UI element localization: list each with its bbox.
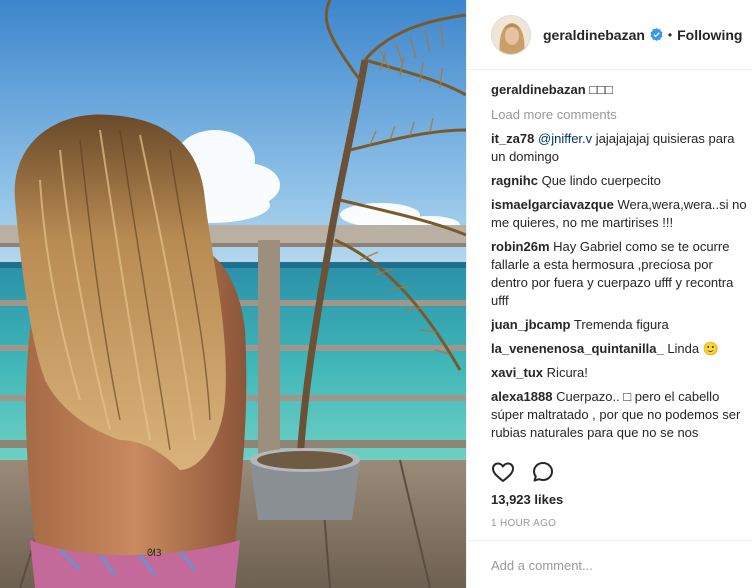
- likes-count[interactable]: 13,923 likes: [491, 492, 563, 507]
- comment-username[interactable]: ragnihc: [491, 173, 538, 188]
- add-comment-input[interactable]: [491, 555, 731, 575]
- comment-item: it_za78 @jniffer.v jajajajajaj quisieras…: [491, 130, 752, 166]
- comment-text: súper maltratado , por que no podemos se…: [491, 407, 741, 422]
- post-timestamp[interactable]: 1 HOUR AGO: [491, 518, 556, 529]
- caption-username[interactable]: geraldinebazan: [491, 82, 586, 97]
- comment-text: ufff: [491, 293, 509, 308]
- add-comment-bar: [467, 540, 752, 588]
- comment-text: Tremenda figura: [573, 317, 669, 332]
- header-username[interactable]: geraldinebazan: [543, 27, 645, 43]
- avatar[interactable]: [491, 14, 531, 55]
- comment-username[interactable]: la_venenenosa_quintanilla_: [491, 341, 664, 356]
- comment-item: juan_jbcamp Tremenda figura: [491, 316, 752, 334]
- following-button[interactable]: Following: [677, 27, 742, 43]
- comment-text: rubias naturales para que no se nos: [491, 425, 699, 440]
- post-details-panel: geraldinebazan • Following geraldinebaza…: [466, 0, 752, 588]
- comment-username[interactable]: xavi_tux: [491, 365, 543, 380]
- post-header: geraldinebazan • Following: [467, 0, 752, 70]
- svg-text:ᘛ3: ᘛ3: [147, 548, 162, 559]
- comment-item: robin26m Hay Gabriel como se te ocurre f…: [491, 238, 752, 310]
- comment-text: fallarle a esta hermosura ,preciosa por: [491, 257, 713, 272]
- separator-dot: •: [667, 27, 673, 42]
- comment-text: jajajajajaj quisieras para: [595, 131, 735, 146]
- verified-badge-icon: [650, 28, 663, 41]
- comment-item: xavi_tux Ricura!: [491, 364, 752, 382]
- comment-text: Que lindo cuerpecito: [541, 173, 661, 188]
- post-actions: [491, 458, 571, 486]
- comment-text: me quieres, no me martirises !!!: [491, 215, 674, 230]
- comment-username[interactable]: it_za78: [491, 131, 534, 146]
- comment-item: alexa1888 Cuerpazo.. □ pero el cabello s…: [491, 388, 752, 442]
- caption-text: □□□: [589, 82, 613, 97]
- comment-text: Wera,wera,wera..si no: [617, 197, 747, 212]
- comment-username[interactable]: ismaelgarciavazque: [491, 197, 614, 212]
- comment-username[interactable]: robin26m: [491, 239, 550, 254]
- comment-item: ismaelgarciavazque Wera,wera,wera..si no…: [491, 196, 752, 232]
- comment-text: Linda 🙂: [667, 341, 719, 356]
- comment-mention[interactable]: @jniffer.v: [538, 131, 592, 146]
- comment-item: ragnihc Que lindo cuerpecito: [491, 172, 752, 190]
- comment-text: Ricura!: [546, 365, 588, 380]
- comment-username[interactable]: juan_jbcamp: [491, 317, 570, 332]
- comment-text: Cuerpazo.. □ pero el cabello: [556, 389, 720, 404]
- load-more-comments-link[interactable]: Load more comments: [491, 106, 752, 124]
- beach-photo-image: ᘛ3: [0, 0, 466, 588]
- comment-text: dentro por fuera y cuerpazo ufff y recon…: [491, 275, 734, 290]
- comment-username[interactable]: alexa1888: [491, 389, 552, 404]
- post-photo[interactable]: ᘛ3: [0, 0, 466, 588]
- comment-text: Hay Gabriel como se te ocurre: [553, 239, 730, 254]
- avatar-image: [492, 15, 530, 54]
- heart-icon[interactable]: [491, 460, 515, 484]
- comment-bubble-icon[interactable]: [531, 460, 555, 484]
- post-caption: geraldinebazan □□□: [491, 80, 752, 100]
- comment-item: la_venenenosa_quintanilla_ Linda 🙂: [491, 340, 752, 358]
- comments-list[interactable]: geraldinebazan □□□ Load more comments it…: [491, 80, 752, 446]
- comment-text: un domingo: [491, 149, 559, 164]
